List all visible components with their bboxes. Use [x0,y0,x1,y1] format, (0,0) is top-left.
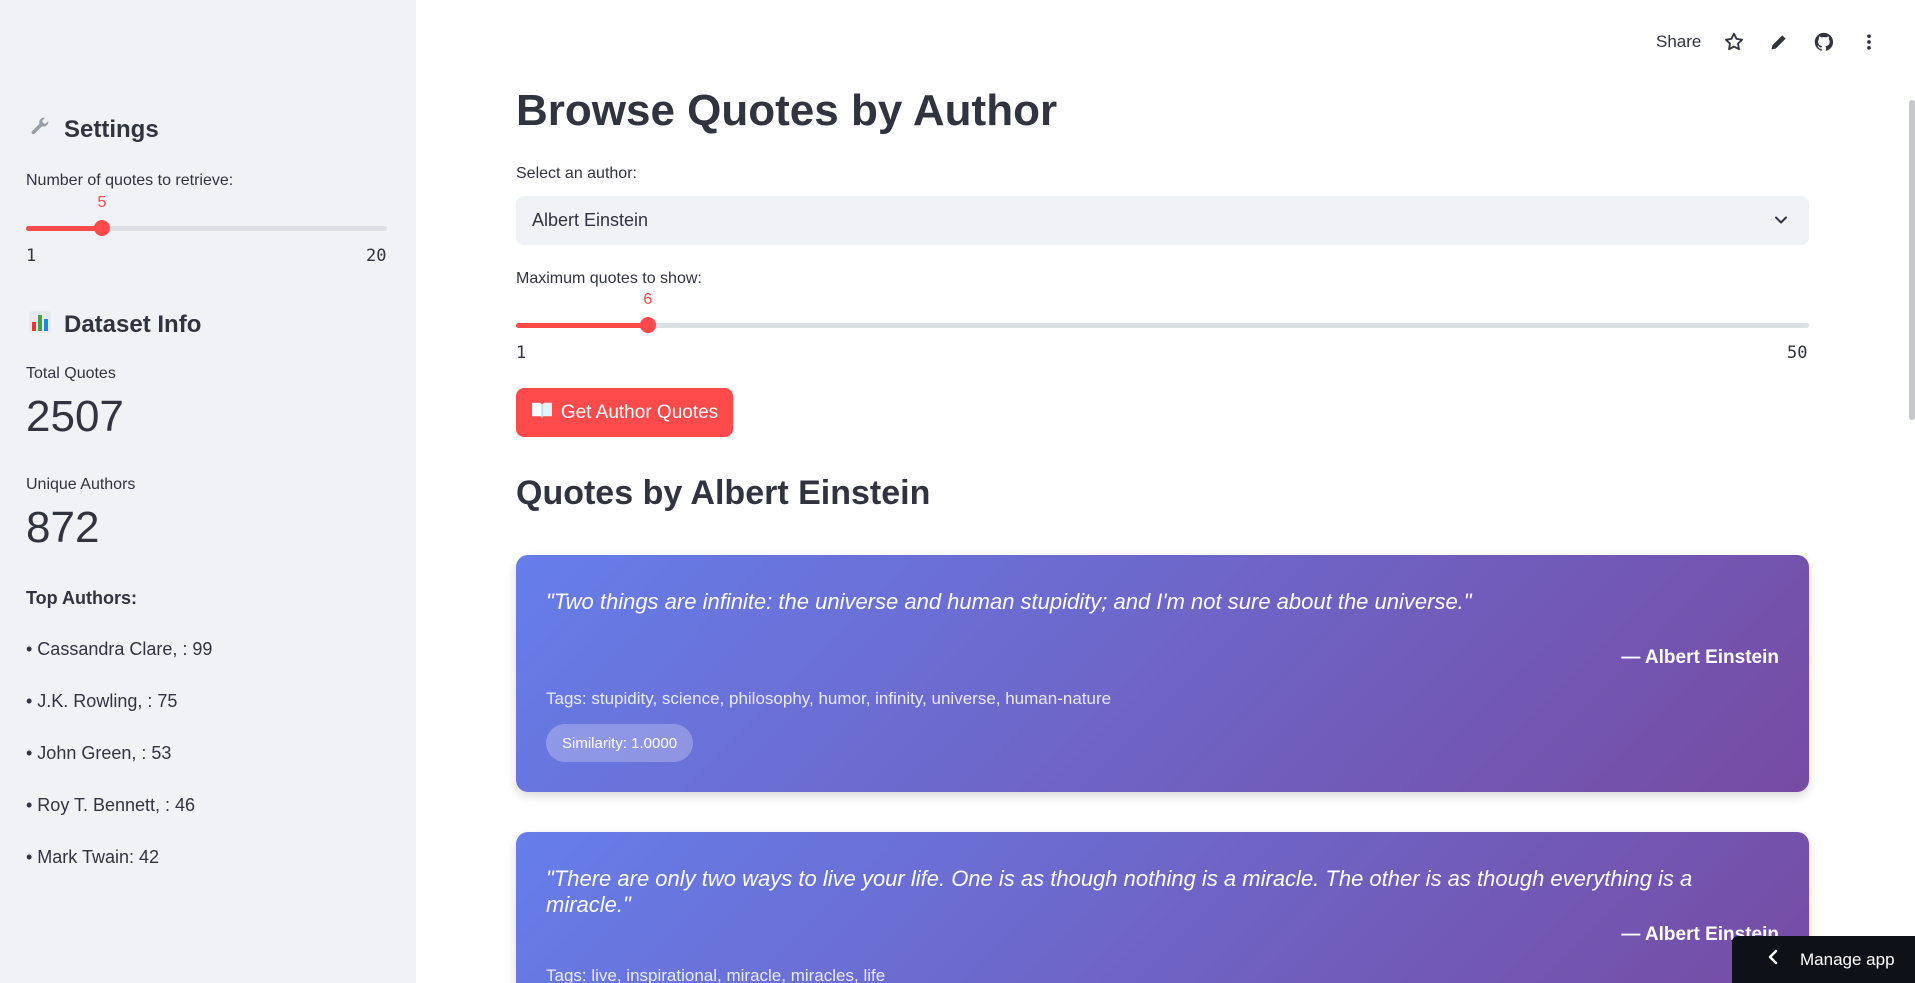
chevron-left-icon [1766,949,1780,970]
more-vertical-icon[interactable] [1857,30,1881,54]
slider-thumb[interactable] [639,317,656,333]
total-quotes-value: 2507 [26,392,124,441]
unique-authors-label: Unique Authors [26,476,136,493]
author-select-label: Select an author: [516,165,637,182]
manage-app-button[interactable]: Manage app [1732,936,1915,983]
scrollbar[interactable] [1909,100,1915,420]
get-author-quotes-button[interactable]: Get Author Quotes [516,388,733,437]
section-title: Quotes by Albert Einstein [516,474,931,512]
max-quotes-label: Maximum quotes to show: [516,270,702,287]
top-author-item: • Mark Twain: 42 [26,847,160,867]
top-author-item: • Cassandra Clare, : 99 [26,639,213,659]
unique-authors-value: 872 [26,503,100,552]
author-select-value: Albert Einstein [532,210,649,230]
top-author-item: • John Green, : 53 [26,743,172,763]
quote-text: "Two things are infinite: the universe a… [546,589,1472,614]
share-button[interactable]: Share [1656,32,1701,52]
top-author-item: • Roy T. Bennett, : 46 [26,795,196,815]
slider-value: 5 [97,194,107,211]
quote-card: "There are only two ways to live your li… [516,832,1809,983]
slider-thumb[interactable] [93,220,110,236]
github-icon[interactable] [1812,30,1836,54]
dataset-heading: Dataset Info [26,310,201,340]
similarity-badge: Similarity: 1.0000 [546,724,694,762]
button-label: Get Author Quotes [560,401,719,423]
bar-chart-icon [26,310,54,340]
book-icon [531,401,553,425]
num-quotes-label: Number of quotes to retrieve: [26,172,234,189]
slider-max: 50 [1787,343,1808,363]
slider-fill [516,323,648,328]
top-authors-title: Top Authors: [26,588,137,608]
quote-card: "Two things are infinite: the universe a… [516,555,1809,792]
slider-min: 1 [516,343,527,363]
author-select[interactable]: Albert Einstein [516,196,1809,245]
slider-value: 6 [643,291,653,308]
page-title: Browse Quotes by Author [516,86,1058,135]
settings-title: Settings [64,116,159,143]
quote-tags: Tags: stupidity, science, philosophy, hu… [546,689,1112,708]
chevron-down-icon [1771,210,1791,235]
slider-min: 1 [26,246,37,266]
slider-track [516,323,1809,328]
slider-max: 20 [366,246,387,266]
quote-text: "There are only two ways to live your li… [546,866,1693,917]
settings-heading: Settings [26,116,159,144]
manage-app-label: Manage app [1800,949,1895,969]
quote-tags: Tags: live, inspirational, miracle, mira… [546,966,886,983]
slider-fill [26,226,102,231]
sidebar: Settings Number of quotes to retrieve: 5… [0,0,416,983]
top-author-item: • J.K. Rowling, : 75 [26,691,178,711]
quote-author: — Albert Einstein [1621,647,1779,668]
total-quotes-label: Total Quotes [26,365,116,382]
wrench-icon [26,116,54,144]
pencil-icon[interactable] [1767,30,1791,54]
star-icon[interactable] [1722,30,1746,54]
dataset-title: Dataset Info [64,311,202,338]
